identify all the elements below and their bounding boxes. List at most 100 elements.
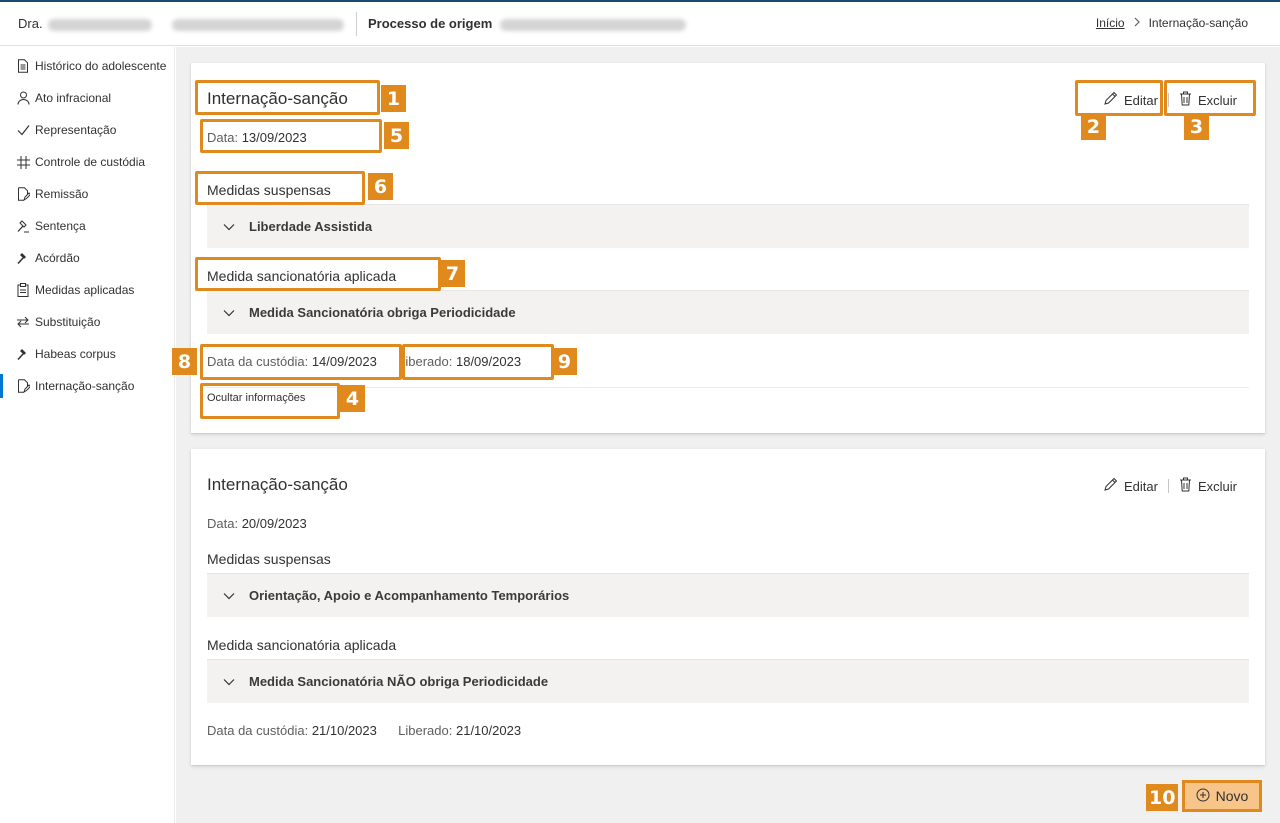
date-row: Data: 13/09/2023 [207, 130, 307, 145]
annotation-badge: 4 [340, 385, 365, 412]
date-value: 13/09/2023 [241, 130, 307, 145]
annotation-badge: 10 [1146, 784, 1179, 811]
accordion-label: Orientação, Apoio e Acompanhamento Tempo… [249, 588, 570, 603]
custody-row: Data da custódia: 14/09/2023 Liberado: 1… [207, 354, 521, 369]
new-button-label: Novo [1215, 788, 1249, 804]
accordion-label: Medida Sancionatória NÃO obriga Periodic… [249, 674, 549, 689]
chevron-down-icon [223, 678, 235, 686]
date-label: Data: [207, 516, 239, 531]
released-value: 21/10/2023 [455, 723, 522, 738]
sanction-measure-accordion[interactable]: Medida Sancionatória obriga Periodicidad… [207, 290, 1249, 334]
sidebar-item-internacao-sancao[interactable]: Internação-sanção [0, 370, 174, 402]
trash-icon [1179, 477, 1192, 495]
annotation-badge: 3 [1184, 113, 1209, 140]
annotation-badge: 8 [172, 348, 197, 375]
sidebar-item-ato-infracional[interactable]: Ato infracional [0, 82, 174, 114]
main-content: Internação-sanção Editar Excluir Data: 1… [176, 47, 1280, 823]
delete-label: Excluir [1197, 92, 1237, 108]
custody-row: Data da custódia: 21/10/2023 Liberado: 2… [207, 723, 521, 738]
suspended-measures-title: Medidas suspensas [207, 551, 331, 567]
custody-label: Data da custódia: [207, 723, 309, 738]
document-icon [16, 59, 30, 73]
custody-value: 14/09/2023 [311, 354, 377, 369]
annotation-badge: 7 [440, 260, 465, 287]
sidebar-item-historico[interactable]: Histórico do adolescente [0, 50, 174, 82]
redacted-process-number [500, 19, 686, 31]
delete-button[interactable]: Excluir [1169, 477, 1247, 495]
custody-label: Data da custódia: [207, 354, 309, 369]
sidebar-item-label: Sentença [35, 219, 86, 233]
annotation-badge: 9 [552, 348, 577, 375]
chevron-right-icon [1133, 16, 1141, 30]
checkmark-icon [16, 123, 30, 137]
new-button[interactable]: Novo [1182, 780, 1262, 812]
card-actions: Editar Excluir [1093, 477, 1247, 495]
edit-button[interactable]: Editar [1093, 91, 1168, 109]
annotation-badge: 1 [381, 85, 406, 112]
suspended-measure-accordion[interactable]: Orientação, Apoio e Acompanhamento Tempo… [207, 573, 1249, 617]
accordion-label: Medida Sancionatória obriga Periodicidad… [249, 305, 516, 320]
edit-button[interactable]: Editar [1093, 477, 1168, 495]
sanction-measure-title: Medida sancionatória aplicada [207, 268, 397, 284]
card-actions: Editar Excluir [1093, 91, 1247, 109]
document-edit-icon [16, 379, 30, 393]
sidebar-item-habeas-corpus[interactable]: Habeas corpus [0, 338, 174, 370]
trash-icon [1179, 91, 1192, 109]
chevron-down-icon [223, 592, 235, 600]
pencil-icon [1103, 91, 1118, 109]
sidebar-item-medidas-aplicadas[interactable]: Medidas aplicadas [0, 274, 174, 306]
sidebar-item-label: Controle de custódia [35, 155, 146, 169]
sidebar-item-acordao[interactable]: Acórdão [0, 242, 174, 274]
swap-icon [16, 315, 30, 329]
sidebar-item-label: Acórdão [35, 251, 80, 265]
suspended-measures-title: Medidas suspensas [207, 182, 331, 198]
released-label: Liberado: [398, 354, 453, 369]
sidebar-item-label: Internação-sanção [35, 379, 135, 393]
sidebar-item-label: Representação [35, 123, 117, 137]
gavel-icon [16, 219, 30, 233]
annotation-badge: 6 [368, 173, 393, 200]
gavel-filled-icon [16, 251, 30, 265]
header-separator [356, 12, 357, 36]
custody-value: 21/10/2023 [311, 723, 377, 738]
sidebar-item-substituicao[interactable]: Substituição [0, 306, 174, 338]
card-title: Internação-sanção [207, 475, 348, 494]
sidebar-item-sentenca[interactable]: Sentença [0, 210, 174, 242]
date-row: Data: 20/09/2023 [207, 516, 307, 531]
annotation-badge: 2 [1081, 113, 1106, 140]
sidebar-item-label: Remissão [35, 187, 89, 201]
sidebar-item-controle-custodia[interactable]: Controle de custódia [0, 146, 174, 178]
top-bar: Dra. Processo de origem Início Internaçã… [0, 0, 1280, 46]
chevron-down-icon [223, 223, 235, 231]
sidebar-item-label: Histórico do adolescente [35, 59, 167, 73]
breadcrumb-current: Internação-sanção [1148, 16, 1248, 30]
clipboard-icon [16, 283, 30, 297]
breadcrumb-home-link[interactable]: Início [1096, 16, 1125, 30]
user-prefix: Dra. [18, 16, 43, 31]
suspended-measure-accordion[interactable]: Liberdade Assistida [207, 204, 1249, 248]
document-edit-icon [16, 187, 30, 201]
annotation-badge: 5 [384, 122, 409, 149]
breadcrumb: Início Internação-sanção [1096, 16, 1248, 30]
sanction-measure-accordion[interactable]: Medida Sancionatória NÃO obriga Periodic… [207, 659, 1249, 703]
grid-icon [16, 155, 30, 169]
sidebar-item-label: Habeas corpus [35, 347, 116, 361]
redacted-user-info [172, 19, 344, 31]
edit-label: Editar [1124, 478, 1158, 494]
add-circle-icon [1196, 788, 1210, 805]
sidebar-nav: Histórico do adolescente Ato infracional… [0, 47, 175, 823]
delete-button[interactable]: Excluir [1169, 91, 1247, 109]
date-value: 20/09/2023 [241, 516, 307, 531]
sidebar-item-label: Ato infracional [35, 91, 112, 105]
sidebar-item-representacao[interactable]: Representação [0, 114, 174, 146]
sidebar-item-label: Medidas aplicadas [35, 283, 135, 297]
sidebar-item-remissao[interactable]: Remissão [0, 178, 174, 210]
internacao-card: Internação-sanção Editar Excluir Data: 2… [191, 449, 1265, 765]
delete-label: Excluir [1197, 478, 1237, 494]
sidebar-item-label: Substituição [35, 315, 101, 329]
gavel-filled-icon [16, 347, 30, 361]
released-value: 18/09/2023 [455, 354, 522, 369]
date-label: Data: [207, 130, 239, 145]
hide-info-link[interactable]: Ocultar informações [207, 392, 305, 404]
redacted-user-name [48, 19, 152, 31]
